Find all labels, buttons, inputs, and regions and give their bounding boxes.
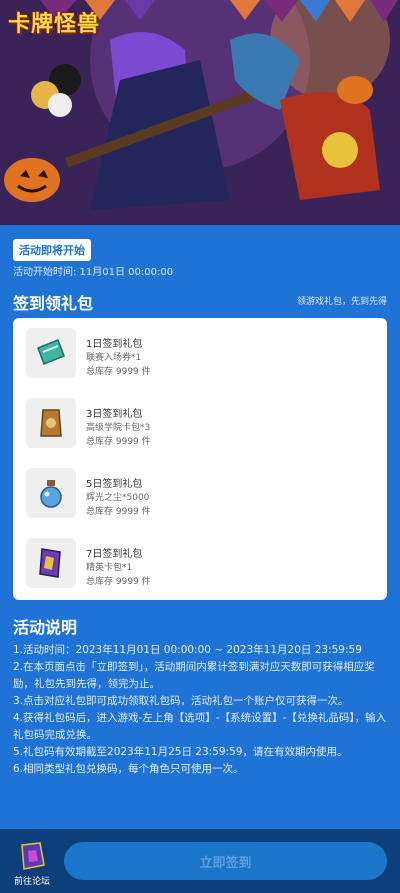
dust-bottle-icon (26, 468, 76, 518)
checkin-button[interactable]: 立即签到 (64, 842, 387, 880)
forum-icon (21, 842, 45, 870)
gift-stock: 总库存 9999 件 (86, 507, 151, 517)
rule-line: 6.相同类型礼包兑换码，每个角色只可使用一次。 (13, 763, 244, 775)
gift-item-day1[interactable]: 1日签到礼包 联赛入场券*1 总库存 9999 件 (26, 328, 366, 380)
rule-line: 3.点击对应礼包即可成功领取礼包码，活动礼包一个账户仅可获得一次。 (13, 695, 349, 707)
gift-stock: 总库存 9999 件 (86, 577, 151, 587)
event-start-time: 活动开始时间: 11月01日 00:00:00 (13, 267, 174, 278)
rules-text: 1.活动时间：2023年11月01日 00:00:00 ~ 2023年11月20… (13, 642, 387, 778)
gift-item-day5[interactable]: 5日签到礼包 辉光之尘*5000 总库存 9999 件 (26, 468, 366, 520)
game-logo: 卡牌怪兽 (8, 12, 101, 37)
gift-item-day3[interactable]: 3日签到礼包 高级学院卡包*3 总库存 9999 件 (26, 398, 366, 450)
gift-item-desc: 辉光之尘*5000 (86, 493, 150, 503)
rule-line: 5.礼包码有效期截至2023年11月25日 23:59:59，请在有效期内使用。 (13, 746, 348, 758)
gift-item-desc: 精英卡包*1 (86, 563, 133, 573)
signin-section-title: 签到领礼包 (13, 294, 94, 313)
gift-list-card: 1日签到礼包 联赛入场券*1 总库存 9999 件 3日签到礼包 高级学院卡包*… (13, 318, 387, 600)
rule-line: 4.获得礼包码后，进入游戏-左上角【选项】-【系统设置】-【兑换礼品码】，输入礼… (13, 712, 387, 741)
gift-name: 7日签到礼包 (86, 549, 143, 560)
gift-item-desc: 高级学院卡包*3 (86, 423, 151, 433)
elite-card-pack-icon (26, 538, 76, 588)
bottom-bar: 前往论坛 立即签到 (0, 829, 400, 893)
status-badge: 活动即将开始 (13, 239, 91, 261)
gift-name: 5日签到礼包 (86, 479, 143, 490)
rule-line: 2.在本页面点击「立即签到」，活动期间内累计签到满对应天数即可获得相应奖励，礼包… (13, 661, 375, 690)
forum-label: 前往论坛 (13, 877, 50, 887)
gift-item-day7[interactable]: 7日签到礼包 精英卡包*1 总库存 9999 件 (26, 538, 366, 590)
ticket-icon (26, 328, 76, 378)
card-pack-icon (26, 398, 76, 448)
event-banner: 卡牌怪兽 (0, 0, 400, 225)
signin-note: 领游戏礼包，先到先得 (296, 297, 387, 307)
rule-line: 1.活动时间：2023年11月01日 00:00:00 ~ 2023年11月20… (13, 644, 362, 656)
gift-stock: 总库存 9999 件 (86, 367, 151, 377)
gift-item-desc: 联赛入场券*1 (86, 353, 142, 363)
forum-link[interactable]: 前往论坛 (12, 839, 52, 887)
rules-title: 活动说明 (13, 618, 78, 637)
gift-stock: 总库存 9999 件 (86, 437, 151, 447)
gift-name: 1日签到礼包 (86, 339, 143, 350)
gift-name: 3日签到礼包 (86, 409, 143, 420)
